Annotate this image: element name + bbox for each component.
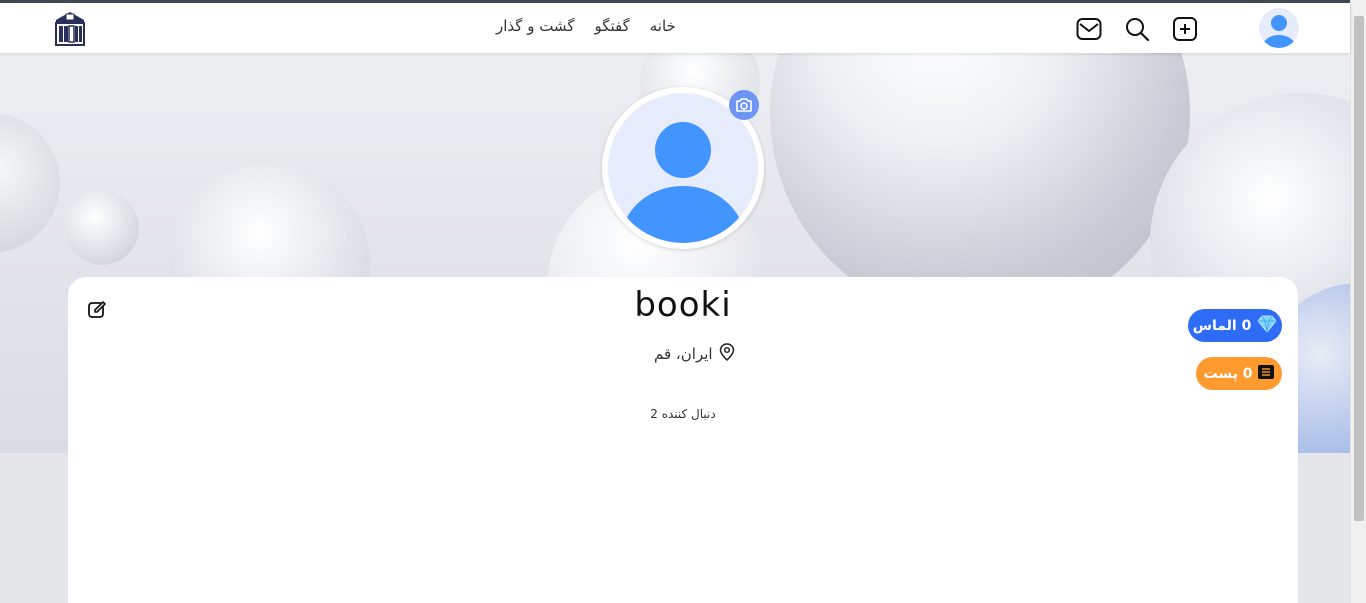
scrollbar-thumb[interactable] bbox=[1354, 16, 1364, 521]
nav-explore-link[interactable]: گشت و گذار bbox=[496, 17, 574, 35]
diamonds-badge[interactable]: 0 الماس bbox=[1188, 309, 1282, 342]
decor-sphere bbox=[0, 113, 60, 253]
user-avatar[interactable] bbox=[1259, 8, 1299, 48]
nav-actions bbox=[1075, 15, 1199, 43]
diamond-icon bbox=[1257, 315, 1277, 337]
mail-icon[interactable] bbox=[1075, 15, 1103, 43]
top-navbar: خانه گفتگو گشت و گذار bbox=[0, 3, 1350, 53]
posts-label: 0 پست bbox=[1203, 365, 1253, 382]
main-nav: خانه گفتگو گشت و گذار bbox=[496, 17, 676, 35]
nav-home-link[interactable]: خانه bbox=[650, 17, 676, 35]
search-icon[interactable] bbox=[1123, 15, 1151, 43]
add-post-icon[interactable] bbox=[1171, 15, 1199, 43]
page-scrollbar[interactable] bbox=[1350, 0, 1366, 603]
diamonds-label: 0 الماس bbox=[1192, 317, 1252, 334]
posts-list-icon bbox=[1258, 364, 1275, 383]
profile-username: booki bbox=[634, 285, 732, 325]
location-pin-icon bbox=[719, 343, 735, 365]
camera-icon[interactable] bbox=[729, 90, 759, 120]
profile-card: booki ایران، قم 2 دنبال کننده 0 الماس 0 … bbox=[68, 277, 1298, 603]
profile-location: ایران، قم bbox=[654, 343, 735, 365]
decor-sphere bbox=[65, 191, 139, 265]
location-text: ایران، قم bbox=[654, 345, 713, 363]
followers-count[interactable]: 2 دنبال کننده bbox=[68, 407, 1298, 421]
site-logo[interactable] bbox=[52, 8, 88, 48]
posts-badge[interactable]: 0 پست bbox=[1196, 357, 1282, 390]
nav-chat-link[interactable]: گفتگو bbox=[594, 17, 629, 35]
